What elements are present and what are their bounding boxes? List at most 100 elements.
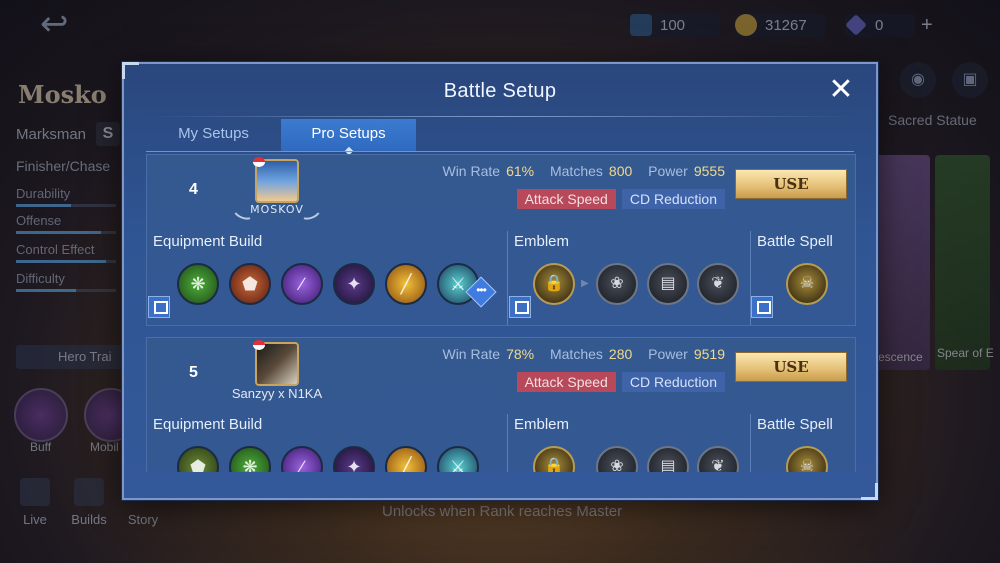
- skin-card-2[interactable]: [935, 155, 990, 370]
- unlock-text: Unlocks when Rank reaches Master: [382, 503, 623, 520]
- skin-card-1-label: escence: [878, 350, 923, 364]
- marksman-emblem-icon[interactable]: 🔒: [533, 446, 575, 472]
- hero-train-button[interactable]: Hero Trai: [16, 345, 126, 369]
- coin-icon: [735, 14, 757, 36]
- battle-spell-label: Battle Spell: [757, 416, 833, 433]
- skill-mobility-label: Mobil: [90, 440, 119, 454]
- coin-counter: 31267: [735, 12, 825, 38]
- copy-emblem-icon[interactable]: [509, 296, 531, 318]
- win-rate-label: Win Rate: [442, 163, 501, 179]
- corrosion-scythe-icon[interactable]: ✦: [333, 446, 375, 472]
- builds-icon: [74, 478, 104, 506]
- win-rate-value: 78%: [506, 346, 535, 362]
- matches-value: 800: [608, 163, 633, 179]
- tag-attack-speed: Attack Speed: [516, 372, 616, 392]
- demon-hunter-sword-icon[interactable]: ∕: [281, 446, 323, 472]
- section-divider: [507, 231, 508, 325]
- talent-icon[interactable]: ❀: [596, 263, 638, 305]
- tag-cd-reduction: CD Reduction: [621, 372, 725, 392]
- talent-icon[interactable]: ❦: [697, 263, 739, 305]
- matches-value: 280: [608, 346, 633, 362]
- skill-buff-label: Buff: [30, 440, 52, 454]
- talent-icon[interactable]: ▤: [647, 446, 689, 472]
- setup-card: 5 Sanzyy x N1KA Win Rate 78% Matches 280 P…: [146, 337, 856, 472]
- tag-cd-reduction: CD Reduction: [621, 189, 725, 209]
- corrosion-scythe-icon[interactable]: ✦: [333, 263, 375, 305]
- player-name: MOSKOV: [250, 203, 304, 216]
- sacred-statue-label: Sacred Statue: [888, 112, 977, 128]
- talent-icon[interactable]: ❀: [596, 446, 638, 472]
- retribution-icon[interactable]: ☠: [786, 446, 828, 472]
- golden-staff-icon[interactable]: ╱: [385, 263, 427, 305]
- matches-label: Matches: [549, 163, 603, 179]
- skill-buff-icon[interactable]: [14, 388, 68, 442]
- skin-card-2-label: Spear of E: [937, 346, 994, 360]
- use-button[interactable]: USE: [735, 169, 847, 199]
- windtalker-icon[interactable]: ❋: [229, 446, 271, 472]
- retribution-icon[interactable]: ☠: [786, 263, 828, 305]
- equipment-build-label: Equipment Build: [153, 233, 263, 250]
- add-diamond-icon[interactable]: +: [921, 14, 933, 37]
- stat-durability-label: Durability: [16, 186, 71, 201]
- tab-pro-setups[interactable]: Pro Setups: [281, 119, 416, 151]
- talent-icon[interactable]: ▤: [647, 263, 689, 305]
- setup-stats: Win Rate 78% Matches 280 Power 9519: [442, 346, 725, 362]
- matches-label: Matches: [549, 346, 603, 362]
- skin-card-1[interactable]: [875, 155, 930, 370]
- setup-rank: 5: [189, 364, 198, 381]
- build-tags: Attack Speed CD Reduction: [516, 189, 725, 209]
- emblem-arrow-icon: ▶: [581, 278, 589, 289]
- section-divider: [750, 414, 751, 472]
- ticket-icon: [630, 14, 652, 36]
- swift-boots-icon[interactable]: ⬟: [229, 263, 271, 305]
- battle-spell-label: Battle Spell: [757, 233, 833, 250]
- role-badge: S: [96, 122, 120, 146]
- build-tags: Attack Speed CD Reduction: [516, 372, 725, 392]
- player-name: Sanzyy x N1KA: [231, 386, 323, 401]
- malefic-roar-icon[interactable]: ⚔: [437, 446, 479, 472]
- copy-spell-icon[interactable]: [751, 296, 773, 318]
- boots-icon[interactable]: ⬟: [177, 446, 219, 472]
- power-value: 9555: [693, 163, 725, 179]
- setup-card: 4 MOSKOV Win Rate 61% Matches 800 Power 955…: [146, 154, 856, 326]
- list-bottom-fade: [146, 472, 856, 498]
- battle-setup-dialog: Battle Setup ✕ My Setups Pro Setups 4 MO…: [122, 62, 878, 500]
- country-flag-icon: [253, 340, 265, 350]
- use-button[interactable]: USE: [735, 352, 847, 382]
- golden-staff-icon[interactable]: ╱: [385, 446, 427, 472]
- emblem-label: Emblem: [514, 233, 570, 250]
- setup-rank: 4: [189, 181, 198, 198]
- copy-build-icon[interactable]: [148, 296, 170, 318]
- marksman-emblem-icon[interactable]: 🔒: [533, 263, 575, 305]
- nav-live[interactable]: Live: [10, 478, 60, 527]
- power-label: Power: [648, 346, 688, 362]
- stat-difficulty-label: Difficulty: [16, 271, 65, 286]
- stat-control-label: Control Effect: [16, 242, 95, 257]
- live-icon: [20, 478, 50, 506]
- country-flag-icon: [253, 157, 265, 167]
- section-divider: [507, 414, 508, 472]
- pro-setups-list[interactable]: 4 MOSKOV Win Rate 61% Matches 800 Power 955…: [146, 154, 856, 472]
- nav-builds[interactable]: Builds: [64, 478, 114, 527]
- tab-my-setups[interactable]: My Setups: [146, 119, 281, 151]
- stat-offense-bar: [16, 231, 116, 234]
- talent-icon[interactable]: ❦: [697, 446, 739, 472]
- demon-hunter-sword-icon[interactable]: ∕: [281, 263, 323, 305]
- back-arrow-icon[interactable]: ↩: [40, 7, 110, 41]
- hero-specialty: Finisher/Chase: [16, 158, 111, 174]
- ticket-counter: 100: [630, 12, 720, 38]
- windtalker-icon[interactable]: ❋: [177, 263, 219, 305]
- tabs-divider: [146, 151, 854, 152]
- fullscreen-icon[interactable]: ▣: [952, 62, 988, 98]
- stat-control-bar: [16, 260, 116, 263]
- setup-tabs: My Setups Pro Setups: [146, 119, 416, 151]
- power-value: 9519: [693, 346, 725, 362]
- diamond-counter: 0 +: [845, 12, 933, 38]
- sound-icon[interactable]: ◉: [900, 62, 936, 98]
- close-icon[interactable]: ✕: [826, 75, 856, 106]
- win-rate-label: Win Rate: [442, 346, 501, 362]
- tag-attack-speed: Attack Speed: [516, 189, 616, 209]
- hero-role: Marksman: [16, 126, 87, 143]
- emblem-label: Emblem: [514, 416, 570, 433]
- equipment-build-label: Equipment Build: [153, 416, 263, 433]
